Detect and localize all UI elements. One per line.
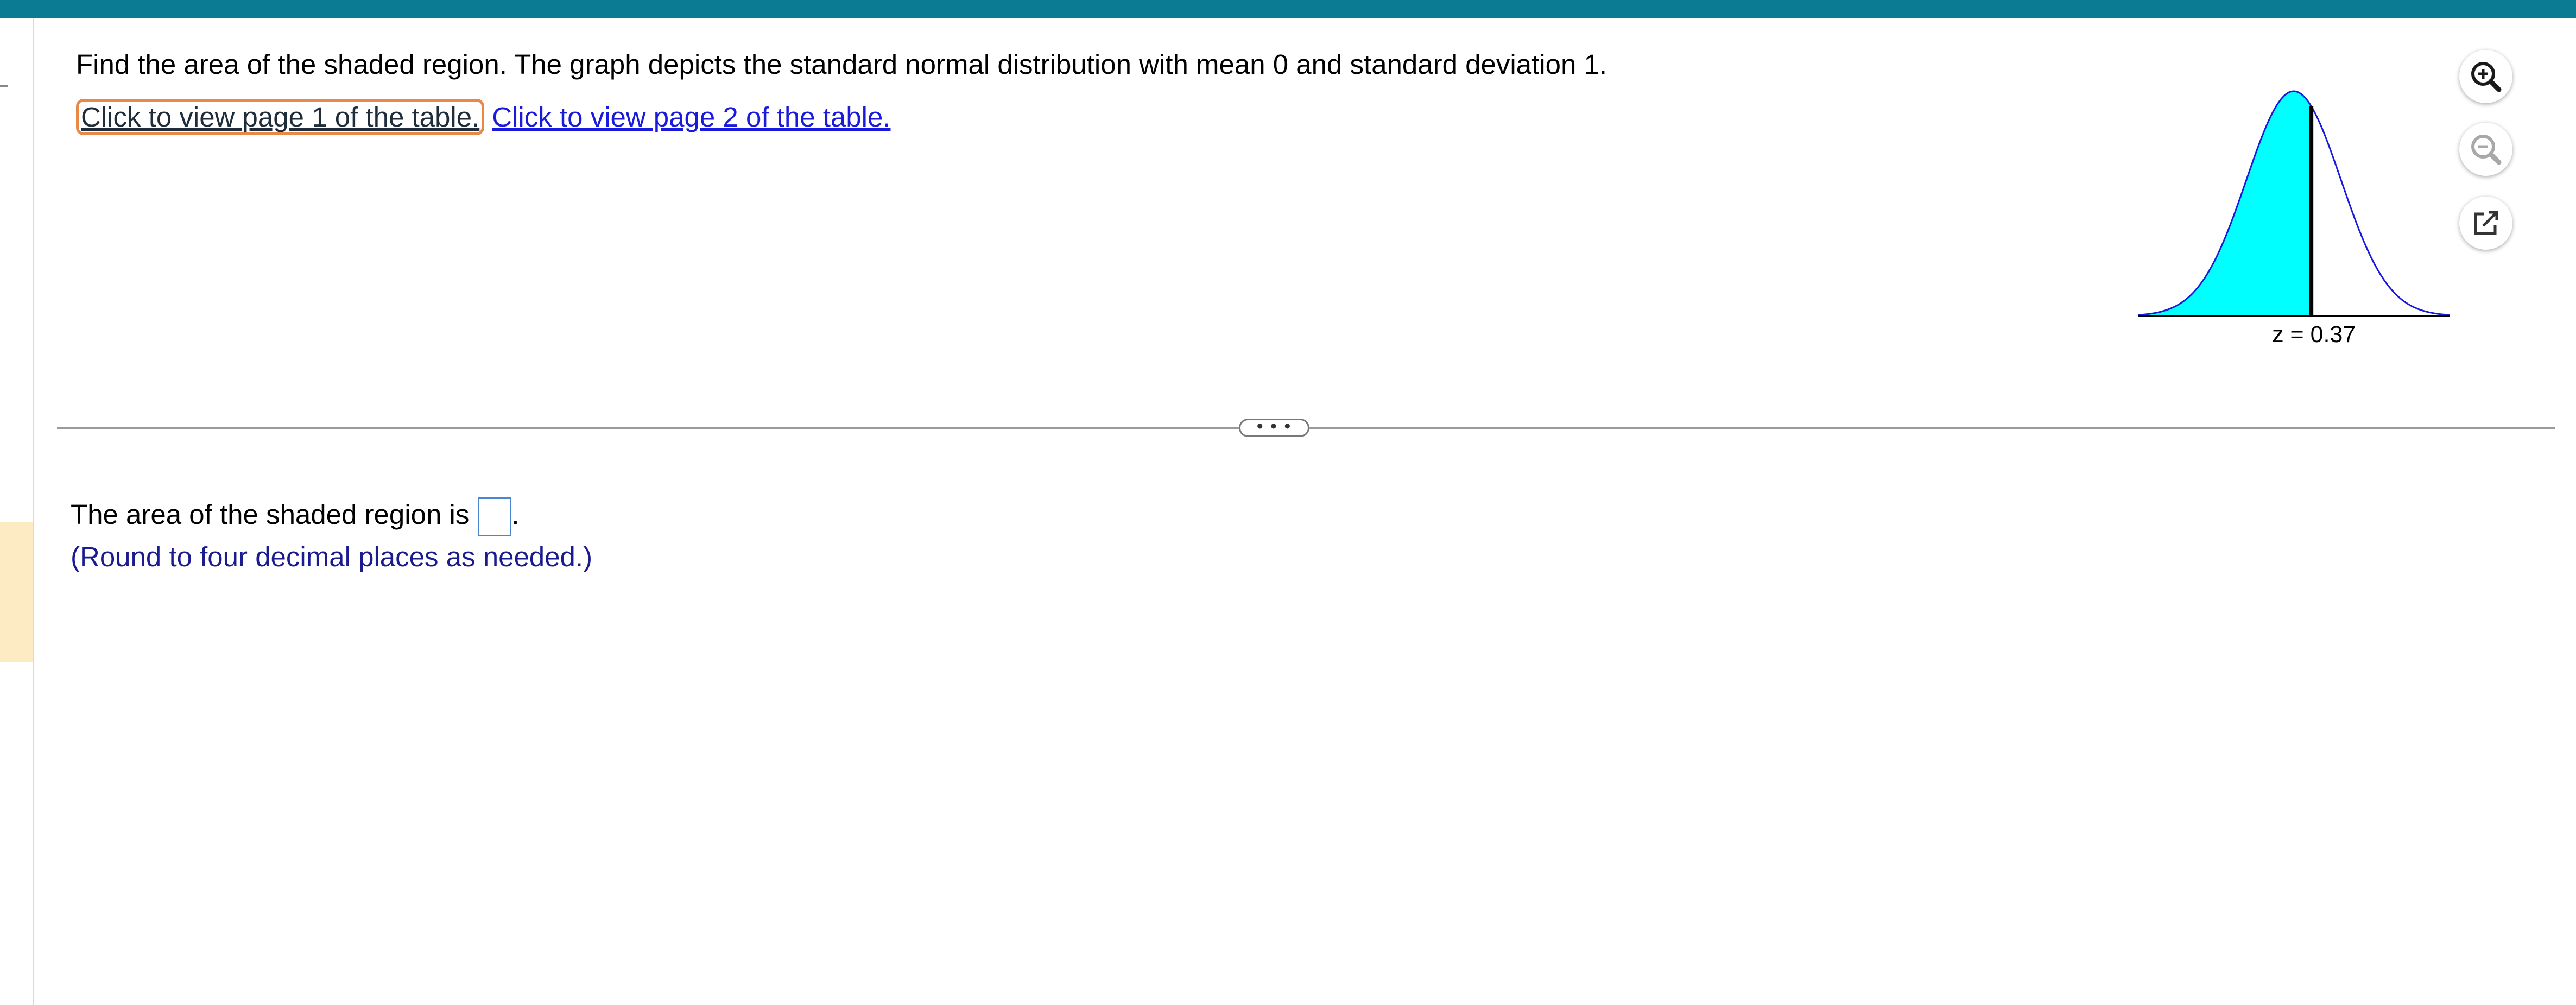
table-links: Click to view page 1 of the table. Click … [76, 99, 891, 135]
left-panel-border [33, 18, 34, 1005]
answer-suffix: . [511, 499, 520, 530]
rounding-hint: (Round to four decimal places as needed.… [71, 541, 593, 572]
zoom-in-icon [2471, 62, 2502, 92]
normal-distribution-graph: z = 0.37 [2137, 90, 2450, 347]
z-value-label: z = 0.37 [2272, 321, 2356, 347]
table-page-2-link[interactable]: Click to view page 2 of the table. [492, 102, 890, 132]
external-link-icon [2474, 211, 2498, 235]
left-panel-highlight [0, 522, 33, 662]
answer-input[interactable] [478, 497, 512, 536]
question-prompt: Find the area of the shaded region. The … [76, 49, 1607, 80]
zoom-in-button[interactable] [2459, 50, 2512, 103]
zoom-out-icon [2471, 135, 2502, 165]
table-page-1-link[interactable]: Click to view page 1 of the table. [76, 99, 485, 135]
answer-line: The area of the shaded region is. [71, 496, 520, 536]
shaded-region [2138, 91, 2312, 316]
left-panel-marker [0, 85, 8, 87]
answer-prefix: The area of the shaded region is [71, 499, 470, 530]
top-bar [0, 0, 2576, 18]
expand-handle[interactable]: • • • [1239, 417, 1309, 437]
popout-button[interactable] [2459, 197, 2512, 250]
zoom-out-button[interactable] [2459, 123, 2512, 176]
